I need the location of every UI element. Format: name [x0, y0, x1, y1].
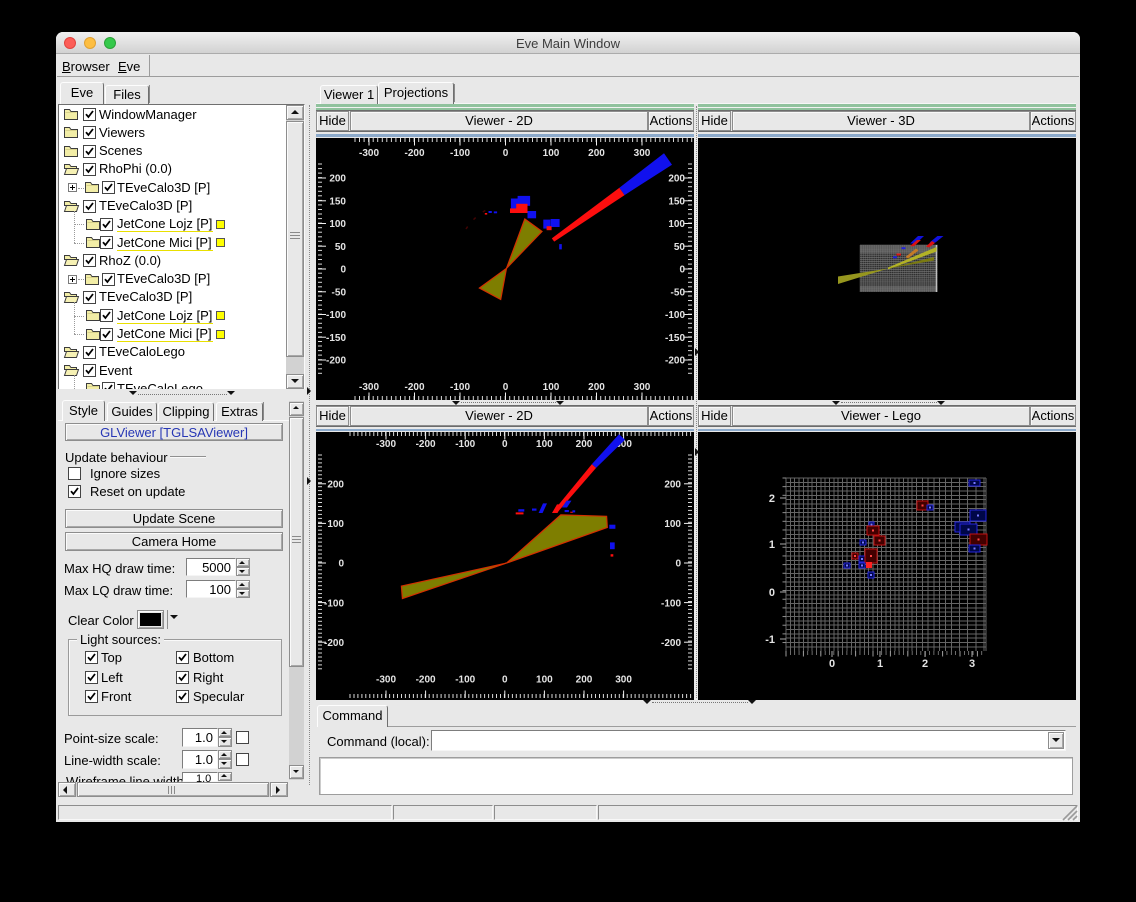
svg-text:50: 50 [335, 242, 347, 253]
svg-text:200: 200 [576, 675, 593, 686]
svg-text:200: 200 [576, 439, 593, 450]
svg-text:2: 2 [769, 493, 775, 505]
svg-text:-200: -200 [665, 356, 685, 367]
svg-text:300: 300 [634, 148, 651, 159]
svg-text:0: 0 [829, 658, 835, 670]
svg-text:150: 150 [668, 196, 685, 207]
svg-text:100: 100 [327, 519, 344, 530]
svg-text:200: 200 [664, 480, 681, 491]
svg-text:-100: -100 [324, 598, 344, 609]
svg-text:-200: -200 [324, 638, 344, 649]
svg-text:0: 0 [338, 559, 344, 570]
svg-text:-200: -200 [404, 148, 424, 159]
svg-text:0: 0 [675, 559, 681, 570]
svg-text:1: 1 [877, 658, 883, 670]
svg-text:-100: -100 [455, 675, 475, 686]
svg-text:100: 100 [664, 519, 681, 530]
svg-text:0: 0 [769, 587, 775, 599]
svg-text:-50: -50 [332, 287, 347, 298]
svg-text:100: 100 [543, 382, 560, 393]
svg-text:-100: -100 [450, 148, 470, 159]
svg-text:0: 0 [503, 382, 509, 393]
svg-text:-100: -100 [661, 598, 681, 609]
svg-text:3: 3 [969, 658, 975, 670]
svg-text:-300: -300 [376, 675, 396, 686]
svg-text:100: 100 [329, 219, 346, 230]
svg-text:-50: -50 [671, 287, 686, 298]
svg-text:0: 0 [340, 265, 346, 276]
svg-text:-1: -1 [765, 634, 775, 646]
svg-text:0: 0 [502, 675, 508, 686]
svg-text:-200: -200 [416, 675, 436, 686]
svg-text:100: 100 [543, 148, 560, 159]
svg-text:-200: -200 [326, 356, 346, 367]
svg-text:300: 300 [615, 675, 632, 686]
svg-text:200: 200 [329, 174, 346, 185]
svg-text:-100: -100 [455, 439, 475, 450]
svg-text:200: 200 [588, 382, 605, 393]
svg-text:0: 0 [502, 439, 508, 450]
svg-text:100: 100 [536, 675, 553, 686]
svg-text:300: 300 [634, 382, 651, 393]
svg-text:-200: -200 [416, 439, 436, 450]
svg-text:200: 200 [588, 148, 605, 159]
svg-text:0: 0 [503, 148, 509, 159]
svg-text:-300: -300 [376, 439, 396, 450]
svg-text:0: 0 [679, 265, 685, 276]
svg-text:-100: -100 [326, 310, 346, 321]
svg-text:-200: -200 [661, 638, 681, 649]
svg-text:-300: -300 [359, 148, 379, 159]
svg-text:-150: -150 [326, 333, 346, 344]
svg-text:100: 100 [668, 219, 685, 230]
svg-text:2: 2 [922, 658, 928, 670]
svg-text:200: 200 [668, 174, 685, 185]
svg-text:-150: -150 [665, 333, 685, 344]
svg-text:-300: -300 [359, 382, 379, 393]
svg-text:50: 50 [674, 242, 686, 253]
svg-text:200: 200 [327, 480, 344, 491]
svg-text:-200: -200 [404, 382, 424, 393]
svg-text:100: 100 [536, 439, 553, 450]
svg-text:-100: -100 [450, 382, 470, 393]
svg-text:150: 150 [329, 196, 346, 207]
svg-text:1: 1 [769, 539, 775, 551]
svg-text:-100: -100 [665, 310, 685, 321]
